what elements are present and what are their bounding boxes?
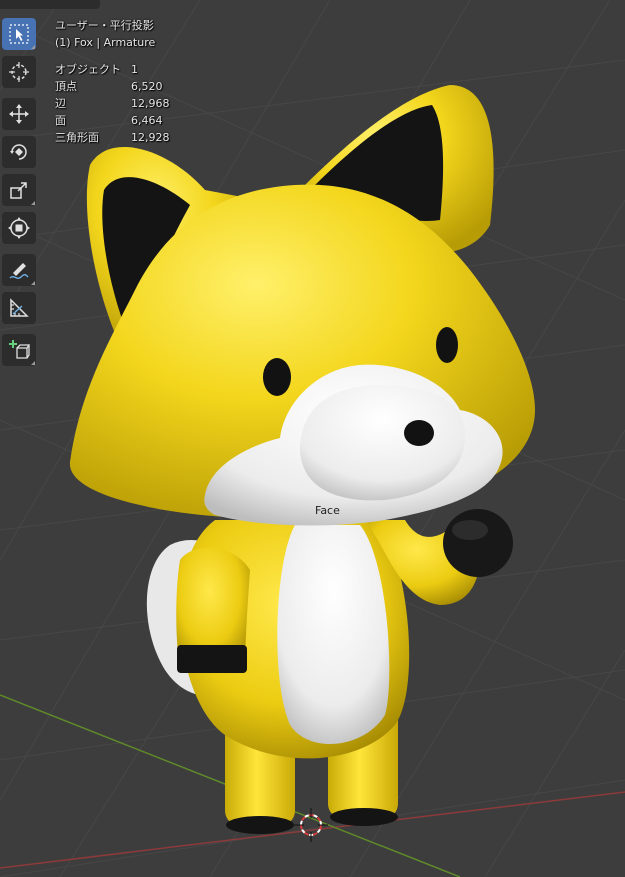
- stat-value: 6,464: [131, 114, 163, 127]
- measure-icon: [10, 298, 29, 317]
- fox-nose: [404, 420, 434, 446]
- cursor-tool[interactable]: [2, 56, 36, 88]
- collection-info: (1) Fox | Armature: [55, 36, 156, 49]
- stat-value: 1: [131, 63, 138, 76]
- stat-value: 12,928: [131, 131, 170, 144]
- fox-right-eye: [436, 327, 458, 363]
- move-icon: [9, 104, 29, 124]
- select-box-icon: [9, 24, 29, 44]
- header-strip[interactable]: [0, 0, 100, 9]
- scale-icon: [10, 182, 27, 199]
- transform-icon: [8, 217, 30, 239]
- fox-left-eye: [263, 358, 291, 396]
- stat-row-edges: 辺 12,968: [55, 95, 170, 112]
- view-name: ユーザー・平行投影: [55, 19, 154, 32]
- fox-left-cuff: [177, 645, 247, 673]
- stat-label: 辺: [55, 97, 66, 110]
- stat-row-vertices: 頂点 6,520: [55, 78, 170, 95]
- cursor-icon: [9, 62, 29, 82]
- stat-label: オブジェクト: [55, 63, 121, 76]
- fox-belly: [277, 525, 390, 745]
- fox-right-foot: [330, 808, 398, 826]
- x-axis-line: [0, 791, 625, 869]
- stat-label: 面: [55, 114, 66, 127]
- stat-label: 頂点: [55, 80, 77, 93]
- viewport-text-overlay: ユーザー・平行投影 (1) Fox | Armature オブジェクト 1 頂点…: [55, 17, 170, 146]
- transform-tool[interactable]: [2, 212, 36, 244]
- stat-value: 12,968: [131, 97, 170, 110]
- select-box-tool[interactable]: [2, 18, 36, 50]
- add-cube-icon: [9, 340, 30, 359]
- rotate-icon: [10, 144, 27, 160]
- measure-tool[interactable]: [2, 292, 36, 324]
- stat-row-faces: 面 6,464: [55, 112, 170, 129]
- stat-value: 6,520: [131, 80, 163, 93]
- scale-tool[interactable]: [2, 174, 36, 206]
- object-name-label: Face: [315, 504, 340, 517]
- stat-label: 三角形面: [55, 131, 99, 144]
- scene-statistics: オブジェクト 1 頂点 6,520 辺 12,968 面 6,464 三角形面 …: [55, 61, 170, 146]
- fox-right-paw: [443, 509, 513, 577]
- move-tool[interactable]: [2, 98, 36, 130]
- fox-right-paw-highlight: [452, 520, 488, 540]
- add-cube-tool[interactable]: [2, 334, 36, 366]
- fox-left-foot: [226, 816, 294, 834]
- fox-model[interactable]: [69, 85, 536, 834]
- annotate-tool[interactable]: [2, 254, 36, 286]
- toolbar: [0, 18, 38, 372]
- annotate-icon: [9, 263, 29, 279]
- rotate-tool[interactable]: [2, 136, 36, 168]
- stat-row-triangles: 三角形面 12,928: [55, 129, 170, 146]
- stat-row-objects: オブジェクト 1: [55, 61, 170, 78]
